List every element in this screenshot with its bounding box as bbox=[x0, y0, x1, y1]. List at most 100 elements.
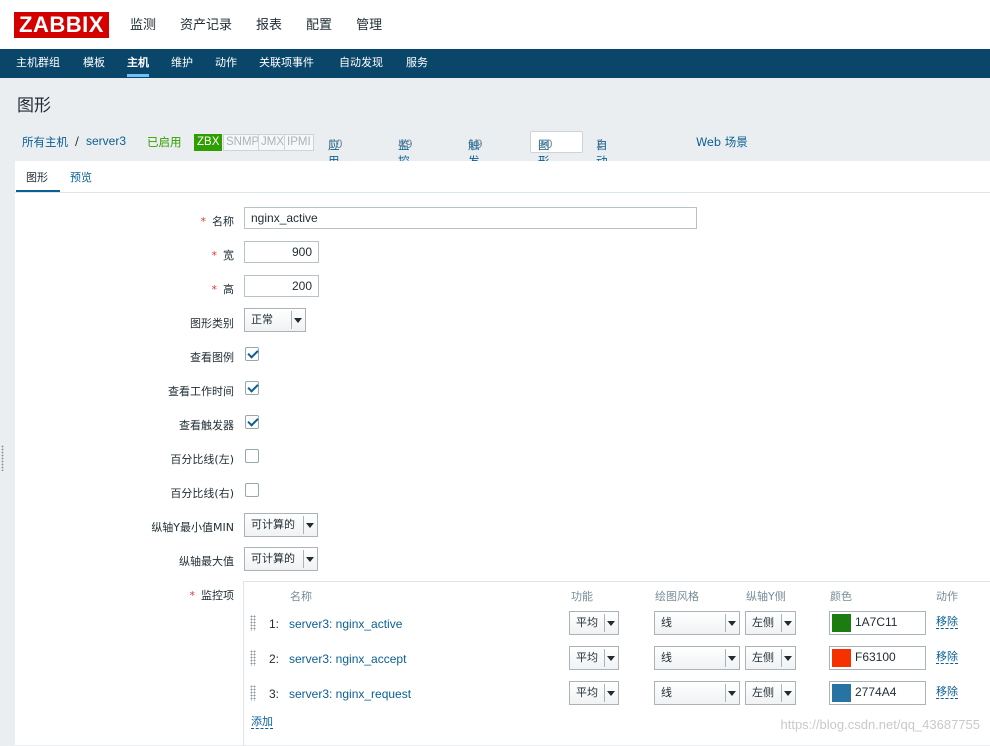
page-title: 图形 bbox=[17, 96, 51, 116]
submenu-host-groups[interactable]: 主机群组 bbox=[16, 49, 60, 78]
colour-swatch[interactable] bbox=[832, 684, 851, 702]
percentile-right-checkbox[interactable] bbox=[245, 483, 259, 497]
graph-type-select[interactable]: 正常 bbox=[244, 308, 306, 332]
width-label: * 宽 bbox=[211, 249, 235, 262]
ipmi-availability-badge: IPMI bbox=[284, 134, 314, 151]
column-function: 功能 bbox=[571, 590, 593, 603]
host-status[interactable]: 已启用 bbox=[147, 134, 182, 150]
add-item-link[interactable]: 添加 bbox=[251, 715, 273, 729]
graph-form-panel: 图形 预览 * 名称 nginx_active * 宽 900 * 高 200 图形类… bbox=[15, 161, 990, 746]
item-name-link[interactable]: server3: nginx_active bbox=[289, 617, 402, 631]
submenu-hosts[interactable]: 主机 bbox=[127, 49, 149, 78]
submenu-actions[interactable]: 动作 bbox=[215, 49, 237, 78]
draw-style-select[interactable]: 线 bbox=[654, 611, 740, 635]
item-name-link[interactable]: server3: nginx_accept bbox=[289, 652, 406, 666]
chevron-down-icon bbox=[604, 649, 616, 667]
submenu-maintenance[interactable]: 维护 bbox=[171, 49, 193, 78]
item-number: 1: bbox=[269, 617, 280, 631]
zabbix-logo[interactable]: ZABBIX bbox=[14, 12, 109, 38]
host-link[interactable]: server3 bbox=[86, 134, 126, 148]
height-label: * 高 bbox=[211, 283, 235, 296]
column-action: 动作 bbox=[936, 590, 958, 603]
show-legend-checkbox[interactable] bbox=[245, 347, 259, 361]
percentile-left-checkbox[interactable] bbox=[245, 449, 259, 463]
chevron-down-icon bbox=[781, 649, 793, 667]
items-label: * 监控项 bbox=[189, 589, 235, 602]
sub-menu-bar: 主机群组 模板 主机 维护 动作 关联项事件 自动发现 服务 bbox=[0, 49, 990, 78]
item-name-link[interactable]: server3: nginx_request bbox=[289, 687, 411, 701]
show-working-time-checkbox[interactable] bbox=[245, 381, 259, 395]
menu-configuration[interactable]: 配置 bbox=[306, 0, 332, 49]
tab-preview[interactable]: 预览 bbox=[70, 169, 92, 185]
chevron-down-icon bbox=[604, 614, 616, 632]
percentile-right-label: 百分比线(右) bbox=[170, 487, 234, 500]
column-colour: 颜色 bbox=[830, 590, 852, 603]
submenu-services[interactable]: 服务 bbox=[406, 49, 428, 78]
draw-style-select[interactable]: 线 bbox=[654, 646, 740, 670]
colour-swatch[interactable] bbox=[832, 614, 851, 632]
colour-picker[interactable]: 1A7C11 bbox=[829, 611, 926, 635]
submenu-discovery[interactable]: 自动发现 bbox=[339, 49, 383, 78]
menu-monitoring[interactable]: 监测 bbox=[130, 0, 156, 49]
show-working-time-label: 查看工作时间 bbox=[168, 385, 234, 398]
top-bar: ZABBIX 监测 资产记录 报表 配置 管理 bbox=[0, 0, 990, 49]
item-number: 3: bbox=[269, 687, 280, 701]
draw-style-select[interactable]: 线 bbox=[654, 681, 740, 705]
function-select[interactable]: 平均 bbox=[569, 681, 619, 705]
drag-handle-icon[interactable] bbox=[250, 615, 256, 631]
menu-administration[interactable]: 管理 bbox=[356, 0, 382, 49]
tab-graph[interactable]: 图形 bbox=[16, 169, 60, 192]
remove-item-link[interactable]: 移除 bbox=[936, 615, 958, 629]
menu-reports[interactable]: 报表 bbox=[256, 0, 282, 49]
show-triggers-label: 查看触发器 bbox=[179, 419, 234, 432]
chevron-down-icon bbox=[781, 684, 793, 702]
menu-inventory[interactable]: 资产记录 bbox=[180, 0, 232, 49]
height-input[interactable]: 200 bbox=[244, 275, 319, 297]
percentile-left-label: 百分比线(左) bbox=[170, 453, 234, 466]
width-input[interactable]: 900 bbox=[244, 241, 319, 263]
zbx-availability-badge: ZBX bbox=[194, 134, 223, 151]
colour-swatch[interactable] bbox=[832, 649, 851, 667]
show-legend-label: 查看图例 bbox=[190, 351, 234, 364]
column-y-axis-side: 纵轴Y侧 bbox=[746, 590, 786, 603]
host-navigation: 所有主机 / server3 已启用 ZBX SNMP JMX IPMI 应用集… bbox=[17, 131, 987, 232]
colour-picker[interactable]: F63100 bbox=[829, 646, 926, 670]
jmx-availability-badge: JMX bbox=[258, 134, 287, 151]
function-select[interactable]: 平均 bbox=[569, 646, 619, 670]
chevron-down-icon bbox=[725, 649, 737, 667]
main-menu: 监测 资产记录 报表 配置 管理 bbox=[130, 0, 406, 49]
show-triggers-checkbox[interactable] bbox=[245, 415, 259, 429]
column-draw-style: 绘图风格 bbox=[655, 590, 699, 603]
name-input[interactable]: nginx_active bbox=[244, 207, 697, 229]
y-axis-side-select[interactable]: 左侧 bbox=[745, 646, 796, 670]
submenu-event-correlation[interactable]: 关联项事件 bbox=[259, 49, 314, 78]
chevron-down-icon bbox=[303, 516, 315, 534]
drag-handle-icon[interactable] bbox=[250, 650, 256, 666]
table-row: 1: server3: nginx_active 平均 线 左侧 1A7C11 … bbox=[244, 609, 990, 643]
chevron-down-icon bbox=[725, 614, 737, 632]
ymax-select[interactable]: 可计算的 bbox=[244, 547, 318, 571]
chevron-down-icon bbox=[303, 550, 315, 568]
chevron-down-icon bbox=[725, 684, 737, 702]
all-hosts-link[interactable]: 所有主机 bbox=[22, 134, 68, 150]
chevron-down-icon bbox=[781, 614, 793, 632]
drag-handle-icon[interactable] bbox=[250, 685, 256, 701]
form-tabs: 图形 预览 bbox=[15, 161, 990, 193]
y-axis-side-select[interactable]: 左侧 bbox=[745, 611, 796, 635]
ymin-select[interactable]: 可计算的 bbox=[244, 513, 318, 537]
table-row: 3: server3: nginx_request 平均 线 左侧 2774A4… bbox=[244, 679, 990, 713]
left-gutter bbox=[0, 79, 7, 745]
remove-item-link[interactable]: 移除 bbox=[936, 650, 958, 664]
column-name: 名称 bbox=[290, 590, 312, 603]
remove-item-link[interactable]: 移除 bbox=[936, 685, 958, 699]
resize-grip-icon[interactable] bbox=[1, 445, 4, 471]
ymin-label: 纵轴Y最小值MIN bbox=[151, 521, 234, 534]
item-number: 2: bbox=[269, 652, 280, 666]
colour-picker[interactable]: 2774A4 bbox=[829, 681, 926, 705]
submenu-templates[interactable]: 模板 bbox=[83, 49, 105, 78]
chevron-down-icon bbox=[604, 684, 616, 702]
y-axis-side-select[interactable]: 左侧 bbox=[745, 681, 796, 705]
name-label: * 名称 bbox=[200, 215, 235, 228]
function-select[interactable]: 平均 bbox=[569, 611, 619, 635]
web-scenarios-link[interactable]: Web 场景 bbox=[696, 134, 748, 150]
